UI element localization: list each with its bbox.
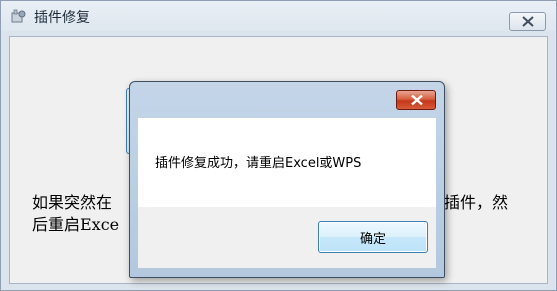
- info-text: 插件，然: [444, 193, 509, 212]
- dialog-footer: 确定: [138, 207, 436, 268]
- info-text: 后重启Exce: [32, 215, 120, 234]
- window-title: 插件修复: [34, 10, 90, 26]
- ok-button[interactable]: 确定: [318, 221, 428, 253]
- main-titlebar[interactable]: 插件修复: [1, 1, 556, 31]
- app-icon: [10, 9, 28, 25]
- window-close-button[interactable]: [509, 12, 546, 31]
- close-icon: [411, 94, 423, 106]
- info-text: 如果突然在: [32, 193, 113, 212]
- dialog-message: 插件修复成功，请重启Excel或WPS: [155, 156, 362, 171]
- message-dialog: 插件修复成功，请重启Excel或WPS 确定: [129, 81, 445, 278]
- close-icon: [522, 16, 534, 27]
- dialog-content: 插件修复成功，请重启Excel或WPS: [138, 118, 436, 207]
- dialog-close-button[interactable]: [396, 90, 436, 110]
